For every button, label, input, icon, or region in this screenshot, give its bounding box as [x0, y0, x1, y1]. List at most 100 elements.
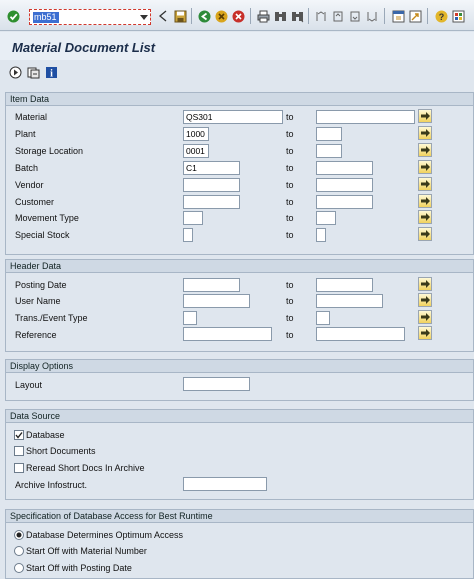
posting-date-to-input[interactable] [316, 278, 373, 292]
information-icon[interactable]: i [44, 65, 58, 79]
storage-location-from-input[interactable] [183, 144, 209, 158]
posting-date-multiple-selection-button[interactable] [418, 277, 432, 291]
movement-type-from-input[interactable] [183, 211, 203, 225]
to-label: to [286, 112, 294, 122]
storage-location-to-input[interactable] [316, 144, 342, 158]
to-label: to [286, 213, 294, 223]
arrow-right-icon [420, 280, 430, 288]
label-material: Material [15, 112, 48, 122]
user-name-from-input[interactable] [183, 294, 250, 308]
customer-from-input[interactable] [183, 195, 240, 209]
previous-page-icon[interactable] [331, 9, 345, 23]
plant-to-input[interactable] [316, 127, 342, 141]
history-back-icon[interactable] [156, 9, 170, 23]
find-next-icon[interactable] [290, 9, 304, 23]
last-page-icon[interactable] [365, 9, 379, 23]
archive-infostruct-input[interactable] [183, 477, 267, 491]
layout-input[interactable] [183, 377, 250, 391]
new-session-icon[interactable] [391, 9, 405, 23]
user-name-multiple-selection-button[interactable] [418, 293, 432, 307]
batch-to-input[interactable] [316, 161, 373, 175]
start-posting-date-radio[interactable] [14, 563, 24, 573]
group-title: Item Data [10, 94, 50, 104]
svg-text:i: i [50, 68, 53, 79]
start-material-number-radio[interactable] [14, 546, 24, 556]
back-icon[interactable] [197, 9, 211, 23]
toolbar-separator [250, 8, 251, 24]
label-customer: Customer [15, 197, 55, 207]
execute-icon[interactable] [8, 65, 22, 79]
enter-icon[interactable] [6, 9, 20, 23]
batch-from-input[interactable] [183, 161, 240, 175]
posting-date-from-input[interactable] [183, 278, 240, 292]
exit-icon[interactable] [214, 9, 228, 23]
trans-event-type-multiple-selection-button[interactable] [418, 310, 432, 324]
get-variant-icon[interactable] [26, 65, 40, 79]
material-to-input[interactable] [316, 110, 415, 124]
reference-from-input[interactable] [183, 327, 272, 341]
label-trans-event-type: Trans./Event Type [15, 313, 88, 323]
shortcut-icon[interactable] [408, 9, 422, 23]
arrow-right-icon [420, 213, 430, 221]
reference-multiple-selection-button[interactable] [418, 326, 432, 340]
to-label: to [286, 197, 294, 207]
database-checkbox[interactable] [14, 430, 24, 440]
database-optimum-access-radio[interactable] [14, 530, 24, 540]
special-stock-multiple-selection-button[interactable] [418, 227, 432, 241]
arrow-right-icon [420, 112, 430, 120]
checkmark-icon [15, 432, 23, 439]
trans-event-type-to-input[interactable] [316, 311, 330, 325]
movement-type-multiple-selection-button[interactable] [418, 210, 432, 224]
label-archive-infostruct: Archive Infostruct. [15, 480, 88, 490]
material-from-input[interactable] [183, 110, 283, 124]
to-label: to [286, 280, 294, 290]
toolbar-separator [308, 8, 309, 24]
vendor-from-input[interactable] [183, 178, 240, 192]
first-page-icon[interactable] [314, 9, 328, 23]
page-title: Material Document List [12, 40, 156, 55]
reference-to-input[interactable] [316, 327, 405, 341]
to-label: to [286, 330, 294, 340]
special-stock-from-input[interactable] [183, 228, 193, 242]
label-plant: Plant [15, 129, 36, 139]
customize-layout-icon[interactable] [451, 9, 465, 23]
user-name-to-input[interactable] [316, 294, 383, 308]
group-header: Specification of Database Access for Bes… [6, 510, 473, 523]
chevron-down-icon[interactable] [140, 13, 148, 21]
command-field[interactable]: mb51 [29, 9, 151, 25]
arrow-right-icon [420, 230, 430, 238]
next-page-icon[interactable] [348, 9, 362, 23]
database-label: Database [26, 430, 65, 440]
trans-event-type-from-input[interactable] [183, 311, 197, 325]
group-header: Data Source [6, 410, 473, 423]
short-documents-label: Short Documents [26, 446, 96, 456]
reread-short-docs-checkbox[interactable] [14, 463, 24, 473]
system-toolbar: mb51 ? [0, 0, 474, 31]
toolbar-separator [384, 8, 385, 24]
print-icon[interactable] [256, 9, 270, 23]
vendor-to-input[interactable] [316, 178, 373, 192]
save-icon[interactable] [173, 9, 187, 23]
movement-type-to-input[interactable] [316, 211, 336, 225]
to-label: to [286, 180, 294, 190]
start-material-number-label: Start Off with Material Number [26, 546, 147, 556]
short-documents-checkbox[interactable] [14, 446, 24, 456]
to-label: to [286, 230, 294, 240]
toolbar-separator [427, 8, 428, 24]
special-stock-to-input[interactable] [316, 228, 326, 242]
plant-from-input[interactable] [183, 127, 209, 141]
material-multiple-selection-button[interactable] [418, 109, 432, 123]
plant-multiple-selection-button[interactable] [418, 126, 432, 140]
help-icon[interactable]: ? [434, 9, 448, 23]
vendor-multiple-selection-button[interactable] [418, 177, 432, 191]
start-posting-date-label: Start Off with Posting Date [26, 563, 132, 573]
customer-to-input[interactable] [316, 195, 373, 209]
find-icon[interactable] [273, 9, 287, 23]
customer-multiple-selection-button[interactable] [418, 194, 432, 208]
storage-location-multiple-selection-button[interactable] [418, 143, 432, 157]
cancel-icon[interactable] [231, 9, 245, 23]
label-vendor: Vendor [15, 180, 44, 190]
batch-multiple-selection-button[interactable] [418, 160, 432, 174]
reread-short-docs-label: Reread Short Docs In Archive [26, 463, 145, 473]
group-title: Specification of Database Access for Bes… [10, 511, 213, 521]
